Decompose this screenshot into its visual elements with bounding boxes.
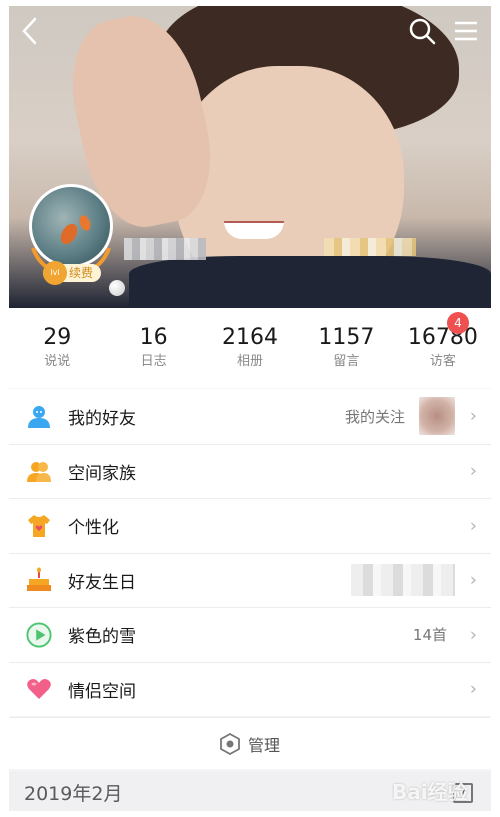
hamburger-menu-icon — [455, 21, 477, 41]
search-button[interactable] — [405, 14, 439, 48]
cover-collar-shape — [129, 256, 491, 308]
vip-level-icon: lvl — [43, 261, 67, 285]
pearl-decoration — [109, 280, 125, 296]
stat-label: 相册 — [237, 354, 264, 369]
person-icon — [26, 403, 52, 429]
menu-item-couple[interactable]: 情侣空间 › — [9, 661, 491, 717]
stat-shuoshuo[interactable]: 29 说说 — [9, 324, 105, 372]
play-circle-icon[interactable] — [26, 622, 52, 648]
heart-icon — [26, 676, 52, 702]
chevron-right-icon: › — [469, 678, 477, 700]
stat-value: 1157 — [318, 325, 375, 350]
following-avatar-blurred — [419, 397, 455, 435]
menu-item-label: 个性化 — [68, 518, 119, 539]
hexagon-settings-icon — [220, 732, 240, 755]
stat-label: 留言 — [333, 354, 360, 369]
tshirt-heart-icon — [26, 513, 52, 539]
search-icon — [409, 18, 436, 45]
stat-visitors[interactable]: 16780 访客 — [395, 324, 491, 372]
visitor-notification-badge: 4 — [447, 312, 469, 334]
stat-label: 访客 — [429, 354, 456, 369]
chevron-right-icon: › — [469, 569, 477, 591]
vip-renew-label: 续费 — [69, 266, 94, 280]
stat-value: 16780 — [407, 325, 478, 350]
app-frame: lvl 续费 29 说说 16 日志 2164 相册 1157 留言 16780… — [9, 6, 491, 811]
chevron-right-icon: › — [469, 624, 477, 646]
song-count: 14首 — [412, 626, 447, 645]
menu-item-music[interactable]: 紫色的雪 14首 › — [9, 607, 491, 662]
watermark: Bai经验 — [392, 780, 468, 804]
avatar-koi-shape-2 — [77, 213, 93, 233]
menu-item-birthday[interactable]: 好友生日 › — [9, 552, 491, 608]
username-blurred — [124, 238, 206, 260]
chevron-left-icon — [22, 17, 37, 45]
stat-value: 2164 — [222, 325, 279, 350]
cover-photo[interactable]: lvl 续费 — [9, 6, 491, 308]
menu-item-personalize[interactable]: 个性化 › — [9, 498, 491, 553]
cover-smile-shape — [224, 221, 284, 239]
chevron-right-icon: › — [469, 405, 477, 427]
stat-blog[interactable]: 16 日志 — [105, 324, 201, 372]
back-button[interactable] — [13, 14, 47, 48]
following-label[interactable]: 我的关注 — [345, 406, 405, 427]
menu-item-label: 情侣空间 — [68, 681, 136, 702]
menu-item-label: 空间家族 — [68, 463, 136, 484]
avatar-koi-shape — [57, 220, 81, 248]
menu-item-label: 好友生日 — [68, 572, 136, 593]
manage-button[interactable]: 管理 — [9, 717, 491, 769]
stat-album[interactable]: 2164 相册 — [202, 324, 298, 372]
menu-button[interactable] — [449, 14, 483, 48]
chevron-right-icon: › — [469, 460, 477, 482]
menu-item-label: 我的好友 — [68, 408, 136, 429]
manage-label: 管理 — [247, 735, 280, 755]
stat-label: 说说 — [44, 354, 71, 369]
vip-renew-badge[interactable]: lvl 续费 — [43, 261, 102, 285]
chevron-right-icon: › — [469, 515, 477, 537]
menu-item-family[interactable]: 空间家族 › — [9, 443, 491, 499]
stat-value: 16 — [139, 325, 168, 350]
group-icon — [26, 458, 52, 484]
timeline-date: 2019年2月 — [24, 782, 123, 805]
stat-label: 日志 — [140, 354, 167, 369]
stat-value: 29 — [43, 325, 72, 350]
level-badge-blurred — [324, 238, 416, 256]
stats-bar: 29 说说 16 日志 2164 相册 1157 留言 16780 访客 — [9, 308, 491, 388]
stat-messages[interactable]: 1157 留言 — [298, 324, 394, 372]
birthday-friends-blurred — [351, 563, 455, 596]
menu-item-label: 紫色的雪 — [68, 627, 136, 648]
menu-list: 我的好友 我的关注 › 空间家族 › 个性化 › 好友生日 › 紫色的雪 14首… — [9, 389, 491, 716]
menu-item-friends[interactable]: 我的好友 我的关注 › — [9, 389, 491, 444]
cake-icon — [26, 567, 52, 593]
